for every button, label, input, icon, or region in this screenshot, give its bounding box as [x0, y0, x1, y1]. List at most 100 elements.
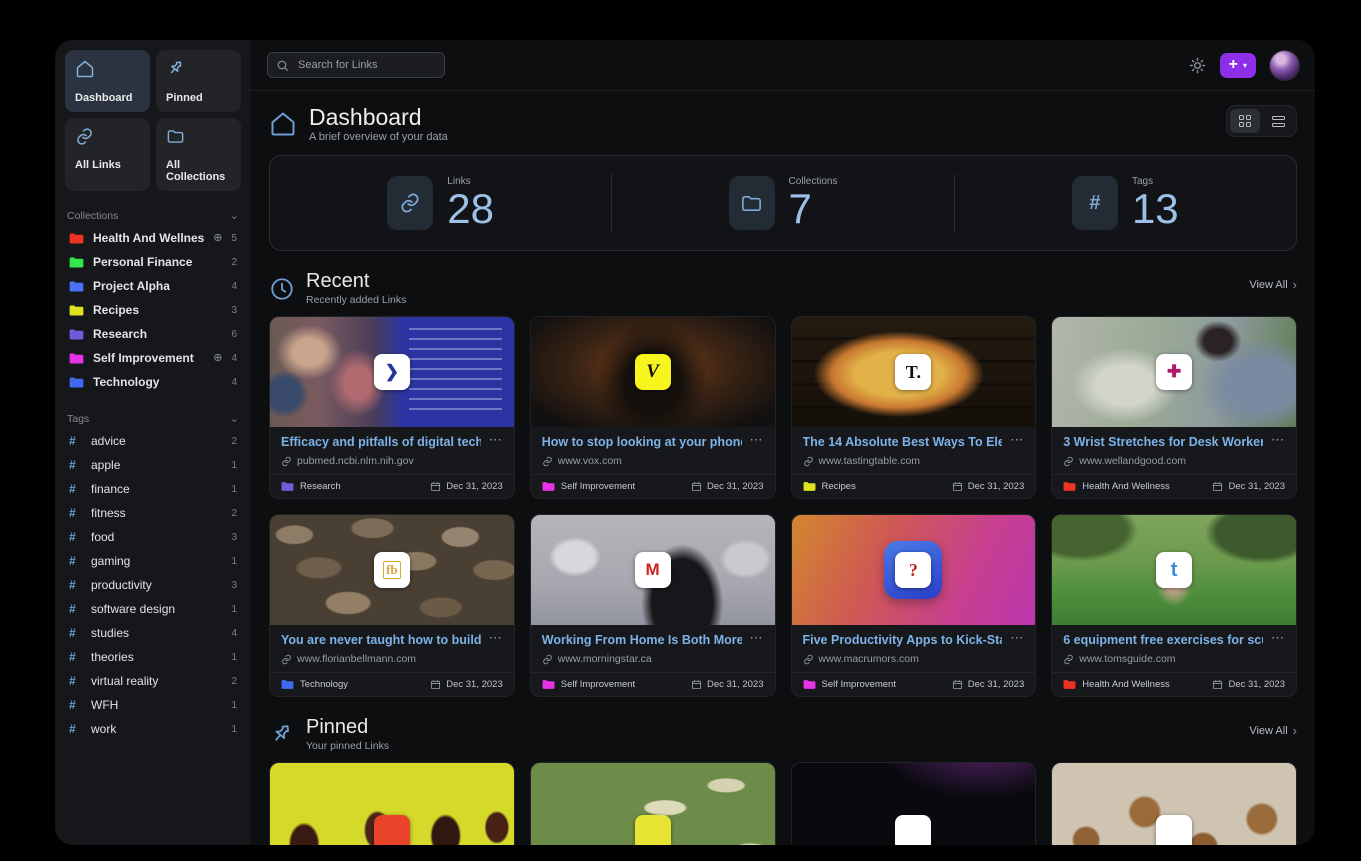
tag-item[interactable]: # apple 1 [65, 453, 241, 477]
card-menu-button[interactable]: ⋯ [1010, 435, 1024, 445]
card-menu-button[interactable]: ⋯ [489, 435, 503, 445]
sidebar-item-dashboard[interactable]: Dashboard [65, 50, 150, 112]
folder-icon [166, 127, 231, 151]
tag-item[interactable]: # WFH 1 [65, 693, 241, 717]
card-collection[interactable]: Technology [281, 679, 348, 690]
collection-item[interactable]: Health And Wellness ⊕ 5 [65, 226, 241, 250]
card-menu-button[interactable]: ⋯ [750, 435, 764, 445]
link-icon [803, 456, 814, 467]
view-all-recent-link[interactable]: View All › [1249, 277, 1297, 292]
link-thumbnail [270, 763, 514, 845]
pinned-link-card[interactable] [530, 762, 776, 845]
clock-icon [269, 276, 295, 302]
search-box[interactable] [267, 52, 445, 78]
collection-item[interactable]: Recipes ⊕ 3 [65, 298, 241, 322]
folder-icon [1063, 481, 1076, 492]
card-collection[interactable]: Self Improvement [542, 481, 635, 492]
chevron-right-icon: › [1293, 277, 1297, 292]
section-subtitle: Recently added Links [306, 294, 406, 306]
add-new-button[interactable]: + ▾ [1220, 53, 1256, 78]
tag-item[interactable]: # studies 4 [65, 621, 241, 645]
tags-list: # advice 2 # apple 1 # finance 1 # fitne… [65, 429, 241, 741]
folder-icon [729, 176, 775, 230]
link-thumbnail [531, 763, 775, 845]
link-card[interactable]: T. The 14 Absolute Best Ways To Elevate … [791, 316, 1037, 499]
tag-item[interactable]: # virtual reality 2 [65, 669, 241, 693]
card-menu-button[interactable]: ⋯ [1271, 633, 1285, 643]
tag-name: finance [91, 482, 222, 496]
collection-item[interactable]: Personal Finance ⊕ 2 [65, 250, 241, 274]
card-menu-button[interactable]: ⋯ [1271, 435, 1285, 445]
view-all-pinned-link[interactable]: View All › [1249, 723, 1297, 738]
link-card[interactable]: V How to stop looking at your phone - Vo… [530, 316, 776, 499]
card-menu-button[interactable]: ⋯ [750, 633, 764, 643]
pinned-link-card[interactable] [791, 762, 1037, 845]
tag-item[interactable]: # finance 1 [65, 477, 241, 501]
tag-item[interactable]: # advice 2 [65, 429, 241, 453]
avatar[interactable] [1270, 51, 1299, 80]
hash-icon: # [69, 554, 82, 568]
tag-item[interactable]: # theories 1 [65, 645, 241, 669]
list-icon [1272, 116, 1285, 127]
link-card[interactable]: ✚ 3 Wrist Stretches for Desk Workers to … [1051, 316, 1297, 499]
card-collection[interactable]: Recipes [803, 481, 856, 492]
chevron-down-icon[interactable]: ⌄ [230, 412, 239, 425]
collection-count: 4 [231, 353, 237, 364]
list-view-button[interactable] [1263, 109, 1293, 133]
card-collection[interactable]: Health And Wellness [1063, 679, 1170, 690]
collection-item[interactable]: Self Improvement ⊕ 4 [65, 346, 241, 370]
pinned-link-card[interactable] [1051, 762, 1297, 845]
card-collection[interactable]: Self Improvement [542, 679, 635, 690]
card-menu-button[interactable]: ⋯ [1010, 633, 1024, 643]
home-icon [269, 110, 297, 138]
card-collection[interactable]: Research [281, 481, 341, 492]
sidebar-item-all-collections[interactable]: All Collections [156, 118, 241, 191]
tag-name: advice [91, 434, 222, 448]
card-collection[interactable]: Self Improvement [803, 679, 896, 690]
sidebar-item-label: Dashboard [75, 92, 140, 104]
collection-item[interactable]: Technology ⊕ 4 [65, 370, 241, 394]
site-favicon: T. [895, 354, 931, 390]
grid-view-button[interactable] [1230, 109, 1260, 133]
theme-toggle-sun-icon[interactable] [1189, 57, 1206, 74]
search-input[interactable] [296, 58, 436, 72]
tag-name: productivity [91, 578, 222, 592]
tag-item[interactable]: # software design 1 [65, 597, 241, 621]
collections-list: Health And Wellness ⊕ 5 Personal Finance… [65, 226, 241, 394]
link-card[interactable]: ❯ Efficacy and pitfalls of digital techn… [269, 316, 515, 499]
card-date: Dec 31, 2023 [952, 481, 1025, 492]
link-card[interactable]: t 6 equipment free exercises for sculpti… [1051, 514, 1297, 697]
card-date: Dec 31, 2023 [1212, 481, 1285, 492]
section-subtitle: Your pinned Links [306, 740, 389, 752]
collection-count: 3 [231, 305, 237, 316]
calendar-icon [1212, 679, 1223, 690]
sidebar-item-all-links[interactable]: All Links [65, 118, 150, 191]
tag-item[interactable]: # work 1 [65, 717, 241, 741]
tag-item[interactable]: # gaming 1 [65, 549, 241, 573]
folder-icon [69, 328, 84, 341]
card-collection[interactable]: Health And Wellness [1063, 481, 1170, 492]
folder-icon [69, 232, 84, 245]
sidebar-item-pinned[interactable]: Pinned [156, 50, 241, 112]
hash-icon: # [69, 626, 82, 640]
tag-item[interactable]: # fitness 2 [65, 501, 241, 525]
stat-value: 13 [1132, 188, 1179, 230]
topbar: + ▾ [251, 40, 1315, 91]
card-date: Dec 31, 2023 [430, 679, 503, 690]
tag-count: 1 [231, 604, 237, 615]
collection-item[interactable]: Research ⊕ 6 [65, 322, 241, 346]
tag-count: 3 [231, 580, 237, 591]
link-card[interactable]: fb You are never taught how to build qua… [269, 514, 515, 697]
link-card[interactable]: ? Five Productivity Apps to Kick-Start t… [791, 514, 1037, 697]
tag-count: 1 [231, 724, 237, 735]
pinned-link-card[interactable] [269, 762, 515, 845]
site-favicon [895, 815, 931, 845]
link-card[interactable]: M Working From Home Is Both More and L..… [530, 514, 776, 697]
tag-name: gaming [91, 554, 222, 568]
tag-item[interactable]: # food 3 [65, 525, 241, 549]
collection-item[interactable]: Project Alpha ⊕ 4 [65, 274, 241, 298]
chevron-down-icon[interactable]: ⌄ [230, 209, 239, 222]
tag-item[interactable]: # productivity 3 [65, 573, 241, 597]
card-menu-button[interactable]: ⋯ [489, 633, 503, 643]
grid-icon [1239, 115, 1251, 127]
